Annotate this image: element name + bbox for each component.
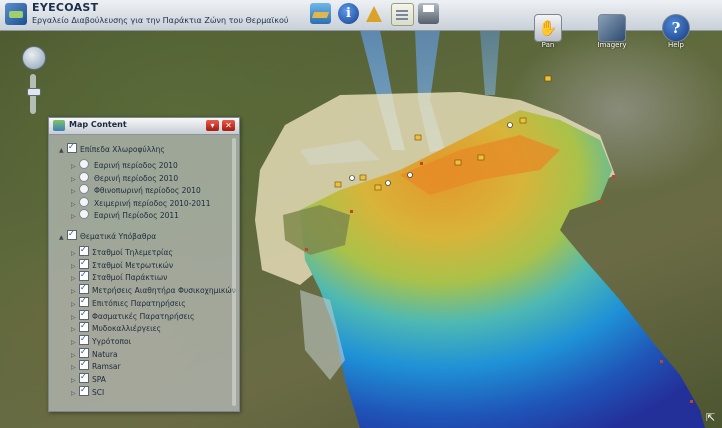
layer-label: Σταθμοί Τηλεμετρίας xyxy=(92,248,173,257)
help-label: Help xyxy=(668,41,684,49)
river-east xyxy=(480,30,500,95)
layer-checkbox[interactable] xyxy=(79,244,89,256)
layer-checkbox[interactable] xyxy=(79,320,89,333)
panel-scrollbar[interactable] xyxy=(232,138,236,406)
map-content-icon xyxy=(53,120,65,131)
zoom-slider[interactable] xyxy=(27,74,41,114)
layer-item[interactable]: ▷Επιτόπιες Παρατηρήσεις xyxy=(71,295,186,309)
layer-label: Σταθμοί Μετρωτικών xyxy=(92,260,174,270)
app-logo-icon xyxy=(5,3,27,25)
resize-arrow-icon[interactable]: ⇱ xyxy=(706,412,718,424)
help-icon: ? xyxy=(662,14,690,42)
layer-checkbox[interactable] xyxy=(79,384,89,396)
layer-label: Natura xyxy=(92,349,118,359)
layer-item[interactable]: ▷Φασματικές Παρατηρήσεις xyxy=(71,308,195,322)
print-icon[interactable] xyxy=(418,3,439,24)
layer-radio[interactable] xyxy=(79,209,89,220)
layer-group-group2[interactable]: ▲ Θεματικά Υπόβαθρα xyxy=(59,228,157,244)
app-subtitle: Εργαλείο Διαβούλευσης για την Παράκτια Ζ… xyxy=(32,16,289,25)
layer-item[interactable]: ▷ Θερινή περίοδος 2010 xyxy=(71,171,179,184)
layer-label: Μυδοκαλλιέργειες xyxy=(92,324,162,334)
expand-arrow-icon[interactable]: ▷ xyxy=(71,388,79,400)
hand-icon: ✋ xyxy=(534,14,562,42)
zoom-handle[interactable] xyxy=(27,88,41,96)
layer-checkbox[interactable] xyxy=(79,308,89,320)
panel-title: Map Content xyxy=(69,120,127,129)
panel-header[interactable]: Map Content ▾ ✕ xyxy=(49,118,239,135)
panel-minimize-button[interactable]: ▾ xyxy=(206,120,219,131)
layer-radio[interactable] xyxy=(79,159,89,169)
layer-checkbox[interactable] xyxy=(79,295,89,307)
layer-label: Ramsar xyxy=(92,362,121,372)
layer-label: Θερινή περίοδος 2010 xyxy=(94,173,179,183)
layer-checkbox[interactable] xyxy=(79,358,89,371)
layer-checkbox[interactable] xyxy=(79,333,89,345)
layer-label: Φασματικές Παρατηρήσεις xyxy=(92,311,195,321)
imagery-label: Imagery xyxy=(597,41,627,49)
expand-arrow-icon[interactable]: ▷ xyxy=(71,211,79,223)
layer-item[interactable]: ▷Natura xyxy=(71,346,118,360)
imagery-icon xyxy=(598,14,626,42)
layer-label: Εαρινή περίοδος 2010 xyxy=(94,161,178,170)
layer-label: Υγρότοποι xyxy=(92,336,132,346)
layer-label: Σταθμοί Παράκτιων xyxy=(92,273,168,283)
layer-item[interactable]: ▷Ramsar xyxy=(71,358,121,372)
info-icon[interactable]: i xyxy=(338,3,359,24)
pan-compass-icon[interactable] xyxy=(22,46,46,70)
layer-item[interactable]: ▷Μετρήσεις Αιαθητήρα Φυσικοχημικών xyxy=(71,282,236,296)
imagery-button[interactable]: Imagery xyxy=(594,14,630,49)
map-content-panel: Map Content ▾ ✕ ▲Επίπεδα Χλωροφύλλης▷Εαρ… xyxy=(48,117,240,412)
layer-label: Επιτόπιες Παρατηρήσεις xyxy=(92,298,186,308)
group-checkbox[interactable] xyxy=(67,141,77,153)
layer-item[interactable]: ▷ SCI xyxy=(71,384,105,400)
layer-label: Χειμερινή περίοδος 2010-2011 xyxy=(94,198,211,208)
layer-label: Μετρήσεις Αιαθητήρα Φυσικοχημικών xyxy=(92,286,236,296)
expand-arrow-icon[interactable]: ▲ xyxy=(59,232,67,244)
layer-item[interactable]: ▷ Εαρινή Περίοδος 2011 xyxy=(71,209,179,221)
layer-checkbox[interactable] xyxy=(79,371,89,383)
expand-arrow-icon[interactable]: ▲ xyxy=(59,145,67,157)
app-title: EYECOAST xyxy=(32,1,99,14)
pan-label: Pan xyxy=(541,41,555,49)
layer-label: Εαρινή Περίοδος 2011 xyxy=(94,211,179,221)
measure-icon[interactable] xyxy=(364,3,385,24)
group-label: Θεματικά Υπόβαθρα xyxy=(80,232,157,241)
layer-radio[interactable] xyxy=(79,171,89,182)
layer-radio[interactable] xyxy=(79,184,89,195)
help-button[interactable]: ? Help xyxy=(661,14,691,49)
pan-button[interactable]: ✋ Pan xyxy=(533,14,563,49)
layer-item[interactable]: ▷ Εαρινή περίοδος 2010 xyxy=(71,159,178,171)
layer-checkbox[interactable] xyxy=(79,346,89,358)
layer-label: SCI xyxy=(92,387,105,397)
layer-label: Φθινοπωρινή περίοδος 2010 xyxy=(94,186,201,196)
layer-label: SPA xyxy=(92,375,106,384)
panel-close-button[interactable]: ✕ xyxy=(222,120,235,131)
layer-checkbox[interactable] xyxy=(79,269,89,282)
group-label: Επίπεδα Χλωροφύλλης xyxy=(80,145,165,154)
layers-icon[interactable] xyxy=(310,3,331,24)
layer-item[interactable]: ▷SPA xyxy=(71,371,106,385)
layer-group-group1[interactable]: ▲ Επίπεδα Χλωροφύλλης xyxy=(59,141,165,157)
group-checkbox[interactable] xyxy=(67,228,77,240)
layer-checkbox[interactable] xyxy=(79,257,89,269)
layer-item[interactable]: ▷ Χειμερινή περίοδος 2010-2011 xyxy=(71,196,211,209)
notes-icon[interactable] xyxy=(391,3,414,26)
layer-item[interactable]: ▷ Φθινοπωρινή περίοδος 2010 xyxy=(71,184,201,196)
layer-checkbox[interactable] xyxy=(79,282,89,295)
layer-radio[interactable] xyxy=(79,196,89,207)
